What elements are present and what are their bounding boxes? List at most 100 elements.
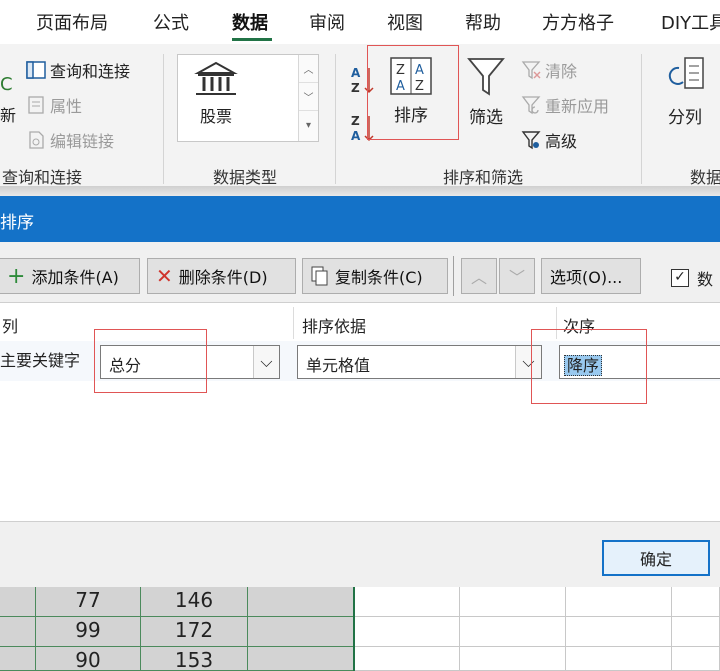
svg-text:Z: Z: [415, 79, 424, 94]
chevron-down-icon[interactable]: ⌵: [515, 346, 541, 378]
query-connections-button[interactable]: 查询和连接: [26, 58, 130, 82]
reapply-icon: [521, 96, 541, 115]
header-separator: [556, 307, 557, 339]
edit-links-button[interactable]: 编辑链接: [26, 128, 114, 152]
sort-order-select[interactable]: 降序: [559, 345, 720, 379]
chevron-up-icon: ︿: [470, 268, 487, 287]
clear-filter-button[interactable]: 清除: [521, 58, 577, 82]
sort-az-icon[interactable]: A Z: [349, 64, 377, 96]
cell[interactable]: 90: [36, 647, 141, 671]
cell[interactable]: [248, 587, 354, 617]
cell[interactable]: [0, 587, 36, 617]
cell[interactable]: 77: [36, 587, 141, 617]
svg-text:Z: Z: [396, 63, 405, 78]
move-down-button[interactable]: ﹀: [499, 258, 535, 294]
tab-diy-tools[interactable]: DIY工具: [661, 9, 720, 35]
tab-formulas[interactable]: 公式: [153, 9, 189, 35]
add-condition-label: 添加条件(A): [31, 268, 119, 287]
sort-dialog: + 添加条件(A) ✕ 删除条件(D) 复制条件(C) ︿ ﹀ 选项(O)...…: [0, 242, 720, 587]
reapply-button[interactable]: 重新应用: [521, 93, 609, 117]
cell[interactable]: [248, 647, 354, 671]
cell[interactable]: [566, 587, 672, 617]
stocks-button[interactable]: 股票: [186, 61, 246, 135]
cell[interactable]: [354, 647, 460, 671]
primary-key-label: 主要关键字: [0, 351, 81, 370]
advanced-filter-button[interactable]: 高级: [521, 128, 577, 152]
tab-fangfang[interactable]: 方方格子: [542, 9, 614, 35]
cell[interactable]: [0, 647, 36, 671]
data-types-gallery: 股票 ︿ ﹀ ▾: [177, 54, 319, 142]
tab-page-layout[interactable]: 页面布局: [36, 9, 108, 35]
chevron-up-icon[interactable]: ︿: [299, 55, 318, 83]
chevron-down-icon: ﹀: [508, 268, 525, 287]
sort-za-icon[interactable]: Z A: [349, 112, 377, 144]
filter-button[interactable]: 筛选: [463, 56, 509, 128]
cell[interactable]: 172: [141, 617, 248, 647]
cell[interactable]: [672, 587, 720, 617]
gallery-expand-icon[interactable]: ▾: [299, 111, 318, 139]
copy-icon: [311, 266, 328, 286]
svg-text:Z: Z: [351, 81, 360, 95]
ribbon-tabs: 页面布局 公式 数据 审阅 视图 帮助 方方格子 DIY工具: [0, 0, 720, 44]
delete-condition-button[interactable]: ✕ 删除条件(D): [147, 258, 296, 294]
cell[interactable]: [354, 617, 460, 647]
cell[interactable]: [672, 647, 720, 671]
tab-data[interactable]: 数据: [232, 9, 268, 35]
has-headers-label: 数: [697, 270, 714, 289]
filter-label: 筛选: [469, 108, 503, 128]
cell[interactable]: 153: [141, 647, 248, 671]
cell[interactable]: [566, 617, 672, 647]
move-up-button[interactable]: ︿: [461, 258, 497, 294]
refresh-icon[interactable]: C: [0, 74, 13, 95]
group-separator: [641, 54, 642, 184]
ok-button[interactable]: 确定: [602, 540, 710, 576]
ok-label: 确定: [639, 550, 672, 569]
data-tools-group-label: 数据: [690, 168, 720, 187]
checkmark-icon[interactable]: ✓: [671, 269, 689, 287]
queries-group-label: 查询和连接: [2, 168, 83, 187]
properties-label: 属性: [50, 97, 83, 116]
cell[interactable]: [248, 617, 354, 647]
chevron-down-icon[interactable]: ﹀: [299, 83, 318, 111]
tab-review[interactable]: 审阅: [309, 9, 345, 35]
cell[interactable]: [566, 647, 672, 671]
column-header-sort-on: 排序依据: [302, 317, 367, 336]
tab-view[interactable]: 视图: [387, 9, 423, 35]
column-header-order: 次序: [563, 317, 596, 336]
copy-condition-button[interactable]: 复制条件(C): [302, 258, 448, 294]
cell[interactable]: [460, 587, 566, 617]
query-connections-label: 查询和连接: [50, 62, 131, 81]
sort-button[interactable]: ZAAZ 排序: [383, 56, 439, 126]
gallery-scroll[interactable]: ︿ ﹀ ▾: [298, 55, 318, 141]
cell[interactable]: [354, 587, 460, 617]
column-header-col: 列: [2, 317, 19, 336]
has-headers-checkbox[interactable]: ✓ 数: [671, 266, 713, 290]
dialog-title-bar: 排序: [0, 196, 720, 242]
text-to-columns-label: 分列: [668, 108, 702, 128]
group-separator: [163, 54, 164, 184]
copy-condition-label: 复制条件(C): [335, 268, 423, 287]
cell[interactable]: [0, 617, 36, 647]
text-to-columns-button[interactable]: 分列: [660, 56, 710, 128]
chevron-down-icon[interactable]: ⌵: [253, 346, 279, 378]
svg-text:Z: Z: [351, 114, 360, 128]
data-types-group-label: 数据类型: [213, 168, 278, 187]
sort-column-select[interactable]: 总分 ⌵: [100, 345, 280, 379]
cell[interactable]: [460, 617, 566, 647]
tab-help[interactable]: 帮助: [465, 9, 501, 35]
sort-on-select[interactable]: 单元格值 ⌵: [297, 345, 542, 379]
refresh-all-button[interactable]: 新: [0, 102, 16, 126]
cell[interactable]: [460, 647, 566, 671]
cell[interactable]: [672, 617, 720, 647]
cell[interactable]: 146: [141, 587, 248, 617]
sort-on-value: 单元格值: [306, 356, 371, 375]
funnel-icon: [467, 58, 505, 96]
advanced-filter-icon: [521, 131, 541, 150]
stocks-label: 股票: [199, 107, 232, 126]
add-condition-button[interactable]: + 添加条件(A): [0, 258, 140, 294]
split-columns-icon: [668, 57, 704, 89]
cell[interactable]: 99: [36, 617, 141, 647]
svg-text:A: A: [396, 79, 405, 94]
properties-button[interactable]: 属性: [26, 93, 82, 117]
options-button[interactable]: 选项(O)...: [541, 258, 641, 294]
